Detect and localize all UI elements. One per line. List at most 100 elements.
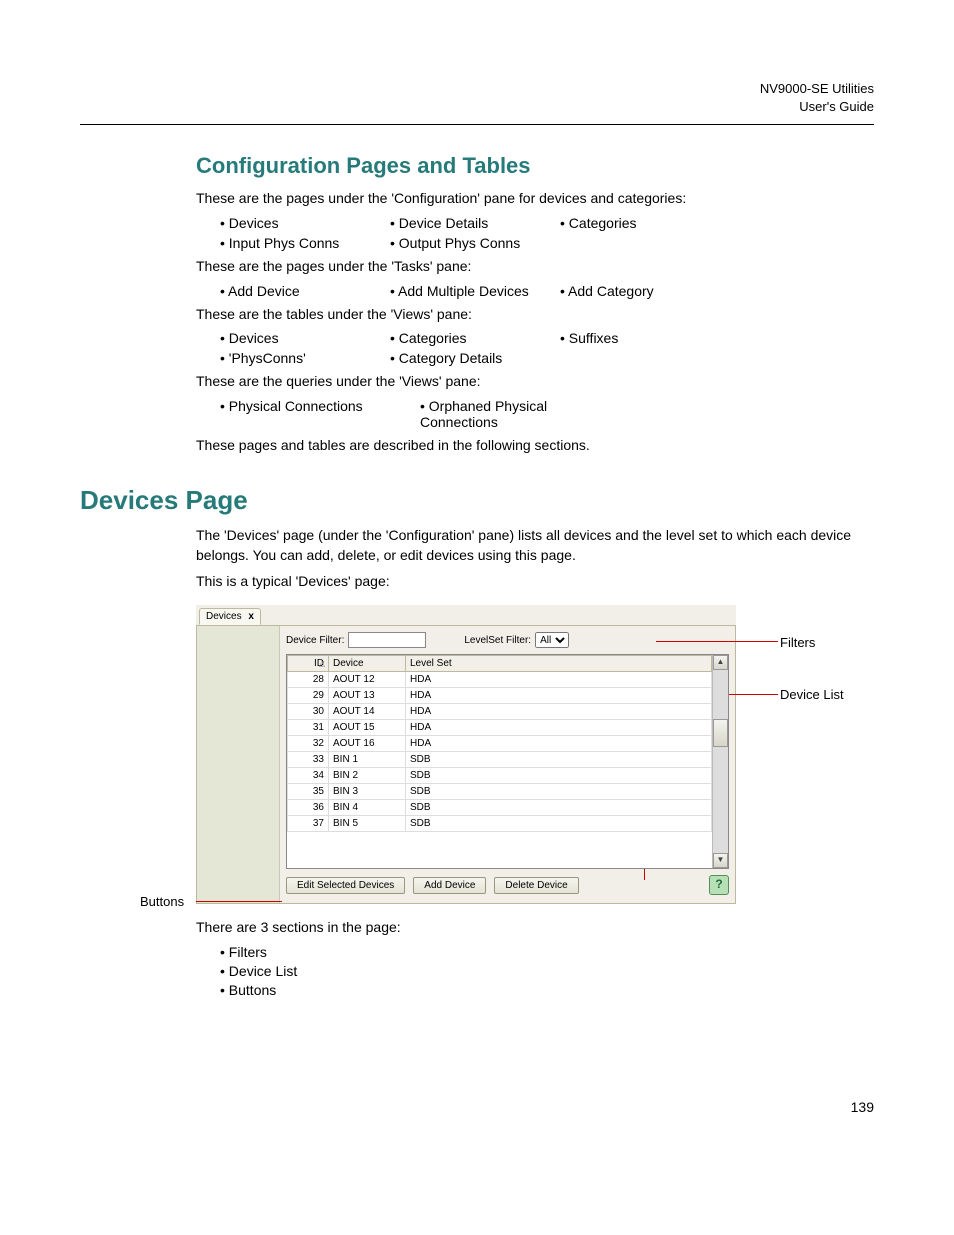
bullet-item: Device Details [390, 215, 560, 231]
cell-device: BIN 3 [329, 784, 406, 800]
tab-label: Devices [206, 611, 242, 622]
cell-levelset: HDA [406, 672, 712, 688]
cell-levelset: SDB [406, 768, 712, 784]
help-icon[interactable]: ? [709, 875, 729, 895]
column-header-device[interactable]: Device [329, 656, 406, 672]
table-row[interactable]: 31AOUT 15HDA [288, 720, 712, 736]
cell-id: 36 [288, 800, 329, 816]
cell-id: 29 [288, 688, 329, 704]
bullet-item: Category Details [390, 350, 560, 366]
cell-id: 31 [288, 720, 329, 736]
device-filter-label: Device Filter: [286, 635, 344, 646]
table-row[interactable]: 33BIN 1SDB [288, 752, 712, 768]
callout-filters: Filters [780, 635, 815, 650]
add-device-button[interactable]: Add Device [413, 877, 486, 894]
sort-asc-icon: △ [319, 659, 325, 668]
close-icon[interactable]: x [248, 611, 254, 622]
page-heading: Devices Page [80, 485, 874, 516]
cell-device: AOUT 14 [329, 704, 406, 720]
table-row[interactable]: 29AOUT 13HDA [288, 688, 712, 704]
cell-levelset: SDB [406, 784, 712, 800]
callout-device-list: Device List [780, 687, 844, 702]
scroll-thumb[interactable] [713, 719, 728, 747]
cell-device: AOUT 15 [329, 720, 406, 736]
bullet-row: Add Device Add Multiple Devices Add Cate… [220, 283, 874, 299]
bullet-row: Input Phys Conns Output Phys Conns [220, 235, 874, 251]
cell-levelset: SDB [406, 752, 712, 768]
product-name: NV9000-SE Utilities [80, 80, 874, 98]
callout-line [196, 901, 282, 902]
column-header-id[interactable]: ID △ [288, 656, 329, 672]
cell-id: 32 [288, 736, 329, 752]
bullet-item: Filters [220, 944, 874, 960]
vertical-scrollbar[interactable]: ▲ ▼ [712, 655, 728, 868]
body-text: The 'Devices' page (under the 'Configura… [196, 526, 874, 565]
bullet-item: Input Phys Conns [220, 235, 390, 251]
table-row[interactable]: 28AOUT 12HDA [288, 672, 712, 688]
cell-levelset: SDB [406, 816, 712, 832]
tab-devices[interactable]: Devices x [199, 608, 261, 625]
table-row[interactable]: 37BIN 5SDB [288, 816, 712, 832]
section-bullets: Filters Device List Buttons [220, 944, 874, 998]
callout-buttons: Buttons [140, 894, 184, 909]
cell-levelset: HDA [406, 688, 712, 704]
table-row[interactable]: 32AOUT 16HDA [288, 736, 712, 752]
bullet-item: Output Phys Conns [390, 235, 560, 251]
bullet-row: 'PhysConns' Category Details [220, 350, 874, 366]
bullet-item: Devices [220, 330, 390, 346]
cell-id: 30 [288, 704, 329, 720]
header-rule [80, 124, 874, 125]
bullet-item: Devices [220, 215, 390, 231]
delete-device-button[interactable]: Delete Device [494, 877, 578, 894]
table-row[interactable]: 35BIN 3SDB [288, 784, 712, 800]
cell-device: BIN 2 [329, 768, 406, 784]
bullet-row: Physical Connections Orphaned Physical C… [220, 398, 874, 430]
cell-device: AOUT 16 [329, 736, 406, 752]
cell-device: AOUT 12 [329, 672, 406, 688]
section-heading: Configuration Pages and Tables [196, 153, 874, 179]
bullet-item: Categories [560, 215, 730, 231]
table-row[interactable]: 36BIN 4SDB [288, 800, 712, 816]
bullet-item: Suffixes [560, 330, 730, 346]
body-text: These are the queries under the 'Views' … [196, 372, 874, 392]
cell-levelset: HDA [406, 736, 712, 752]
page-header: NV9000-SE Utilities User's Guide [80, 80, 874, 116]
bullet-item: Add Category [560, 283, 730, 299]
levelset-filter-label: LevelSet Filter: [464, 635, 531, 646]
cell-device: BIN 4 [329, 800, 406, 816]
bullet-item: Device List [220, 963, 874, 979]
cell-device: BIN 1 [329, 752, 406, 768]
scroll-up-icon[interactable]: ▲ [713, 655, 728, 670]
bullet-item: Categories [390, 330, 560, 346]
screenshot: Buttons Filters Device List Devices x De… [80, 605, 874, 904]
bullet-item: Buttons [220, 982, 874, 998]
bullet-item: 'PhysConns' [220, 350, 390, 366]
side-gutter [197, 626, 280, 903]
cell-id: 33 [288, 752, 329, 768]
cell-id: 34 [288, 768, 329, 784]
body-text: This is a typical 'Devices' page: [196, 572, 874, 592]
edit-selected-button[interactable]: Edit Selected Devices [286, 877, 405, 894]
cell-id: 35 [288, 784, 329, 800]
bullet-item: Add Multiple Devices [390, 283, 560, 299]
cell-id: 37 [288, 816, 329, 832]
table-row[interactable]: 34BIN 2SDB [288, 768, 712, 784]
body-text: These are the pages under the 'Tasks' pa… [196, 257, 874, 277]
cell-levelset: SDB [406, 800, 712, 816]
body-text: These are the tables under the 'Views' p… [196, 305, 874, 325]
filter-row: Device Filter: LevelSet Filter: All [286, 632, 729, 648]
cell-levelset: HDA [406, 704, 712, 720]
levelset-filter-select[interactable]: All [535, 632, 569, 648]
callout-line [656, 641, 778, 642]
table-row[interactable]: 30AOUT 14HDA [288, 704, 712, 720]
column-header-levelset[interactable]: Level Set [406, 656, 712, 672]
device-grid: ID △ Device Level Set 28AOUT 12HDA29AOUT… [286, 654, 729, 869]
tab-bar: Devices x [196, 605, 736, 626]
button-row: Edit Selected Devices Add Device Delete … [286, 875, 729, 895]
body-text: There are 3 sections in the page: [196, 918, 874, 938]
bullet-item: Physical Connections [220, 398, 420, 430]
cell-device: BIN 5 [329, 816, 406, 832]
cell-levelset: HDA [406, 720, 712, 736]
scroll-down-icon[interactable]: ▼ [713, 853, 728, 868]
device-filter-input[interactable] [348, 632, 426, 648]
